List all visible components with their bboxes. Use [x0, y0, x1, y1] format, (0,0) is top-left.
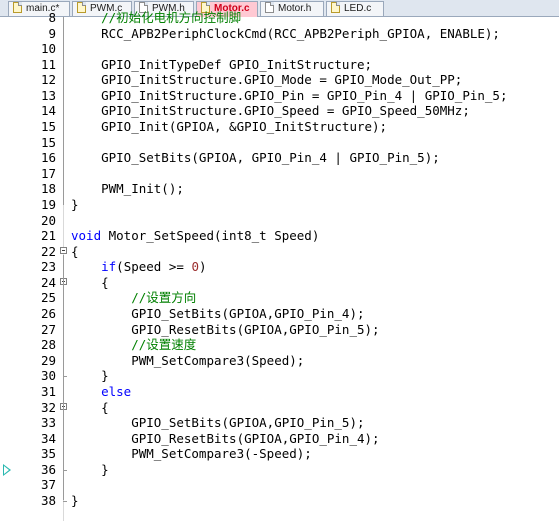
line-number: 11	[40, 56, 56, 72]
code-text[interactable]: GPIO_ResetBits(GPIOA,GPIO_Pin_5);	[71, 322, 379, 338]
fold-collapse-icon[interactable]	[60, 246, 67, 254]
line-number: 24	[40, 274, 56, 290]
code-text[interactable]: //初始化电机方向控制脚	[71, 10, 241, 26]
code-line[interactable]: 22 {	[0, 244, 559, 260]
fold-end-tick	[63, 469, 67, 471]
code-line[interactable]: 27 GPIO_ResetBits(GPIOA,GPIO_Pin_5);	[0, 322, 559, 338]
fold-guide-init-function	[63, 17, 64, 205]
code-line[interactable]: 29 PWM_SetCompare3(Speed);	[0, 353, 559, 369]
line-number: 34	[40, 430, 56, 446]
code-line[interactable]: 33 GPIO_SetBits(GPIOA,GPIO_Pin_5);	[0, 415, 559, 431]
code-line[interactable]: 8 //初始化电机方向控制脚	[0, 10, 559, 26]
line-number: 22	[40, 243, 56, 259]
line-number: 35	[40, 446, 56, 462]
fold-guide-else-block	[63, 410, 64, 469]
code-text[interactable]: PWM_SetCompare3(-Speed);	[71, 446, 312, 462]
line-number: 13	[40, 87, 56, 103]
code-text[interactable]: else	[71, 384, 131, 400]
line-number: 28	[40, 337, 56, 353]
code-line[interactable]: 11 GPIO_InitTypeDef GPIO_InitStructure;	[0, 57, 559, 73]
code-line[interactable]: 24 {	[0, 275, 559, 291]
fold-end-tick	[63, 376, 67, 378]
code-line[interactable]: 12 GPIO_InitStructure.GPIO_Mode = GPIO_M…	[0, 72, 559, 88]
code-text[interactable]: //设置方向	[71, 290, 196, 306]
line-number: 38	[40, 492, 56, 508]
line-number: 30	[40, 368, 56, 384]
line-number: 21	[40, 228, 56, 244]
line-number: 12	[40, 72, 56, 88]
code-line[interactable]: 14 GPIO_InitStructure.GPIO_Speed = GPIO_…	[0, 103, 559, 119]
execution-arrow-icon	[3, 463, 11, 476]
code-line[interactable]: 15	[0, 135, 559, 151]
code-text[interactable]: GPIO_ResetBits(GPIOA,GPIO_Pin_4);	[71, 431, 379, 447]
line-number: 9	[48, 25, 56, 41]
code-text[interactable]: GPIO_SetBits(GPIOA,GPIO_Pin_5);	[71, 415, 364, 431]
code-line[interactable]: 35 PWM_SetCompare3(-Speed);	[0, 446, 559, 462]
code-line[interactable]: 10	[0, 41, 559, 57]
line-number: 25	[40, 290, 56, 306]
line-number: 27	[40, 321, 56, 337]
code-line[interactable]: 19}	[0, 197, 559, 213]
code-text[interactable]: PWM_Init();	[71, 181, 184, 197]
line-number: 23	[40, 259, 56, 275]
code-line[interactable]: 28 //设置速度	[0, 337, 559, 353]
line-number: 15	[40, 134, 56, 150]
code-line[interactable]: 23 if(Speed >= 0)	[0, 259, 559, 275]
code-line[interactable]: 26 GPIO_SetBits(GPIOA,GPIO_Pin_4);	[0, 306, 559, 322]
line-number: 17	[40, 165, 56, 181]
code-text[interactable]: GPIO_Init(GPIOA, &GPIO_InitStructure);	[71, 119, 387, 135]
line-number: 8	[48, 10, 56, 25]
line-number: 32	[40, 399, 56, 415]
code-text[interactable]: GPIO_InitStructure.GPIO_Mode = GPIO_Mode…	[71, 72, 462, 88]
code-line[interactable]: 37	[0, 477, 559, 493]
code-text[interactable]: void Motor_SetSpeed(int8_t Speed)	[71, 228, 319, 244]
code-text[interactable]: {	[71, 400, 109, 416]
line-number: 10	[40, 41, 56, 57]
code-text[interactable]: }	[71, 493, 79, 509]
code-line[interactable]: 21 void Motor_SetSpeed(int8_t Speed)	[0, 228, 559, 244]
line-number: 18	[40, 181, 56, 197]
code-line[interactable]: 31 else	[0, 384, 559, 400]
line-number: 37	[40, 477, 56, 493]
line-number: 15	[40, 119, 56, 135]
code-line[interactable]: 16 GPIO_SetBits(GPIOA, GPIO_Pin_4 | GPIO…	[0, 150, 559, 166]
code-text[interactable]: if(Speed >= 0)	[71, 259, 206, 275]
code-text[interactable]: {	[71, 244, 79, 260]
code-text[interactable]: GPIO_InitStructure.GPIO_Speed = GPIO_Spe…	[71, 103, 470, 119]
code-text[interactable]: RCC_APB2PeriphClockCmd(RCC_APB2Periph_GP…	[71, 26, 500, 42]
line-number: 26	[40, 306, 56, 322]
code-line[interactable]: 15 GPIO_Init(GPIOA, &GPIO_InitStructure)…	[0, 119, 559, 135]
line-number: 19	[40, 196, 56, 212]
code-text[interactable]: GPIO_SetBits(GPIOA,GPIO_Pin_4);	[71, 306, 364, 322]
code-line[interactable]: 25 //设置方向	[0, 290, 559, 306]
code-line[interactable]: 34 GPIO_ResetBits(GPIOA,GPIO_Pin_4);	[0, 431, 559, 447]
line-number: 33	[40, 415, 56, 431]
line-number: 14	[40, 103, 56, 119]
fold-guide-if-block	[63, 285, 64, 376]
code-text[interactable]: }	[71, 368, 109, 384]
code-line[interactable]: 18 PWM_Init();	[0, 181, 559, 197]
fold-end-tick	[63, 500, 67, 502]
line-number: 16	[40, 150, 56, 166]
line-number: 31	[40, 383, 56, 399]
code-line[interactable]: 17	[0, 166, 559, 182]
code-line[interactable]: 20	[0, 213, 559, 229]
code-text[interactable]: GPIO_InitTypeDef GPIO_InitStructure;	[71, 57, 372, 73]
code-text[interactable]: {	[71, 275, 109, 291]
line-number: 36	[40, 461, 56, 477]
code-line[interactable]: 9 RCC_APB2PeriphClockCmd(RCC_APB2Periph_…	[0, 26, 559, 42]
code-text[interactable]: //设置速度	[71, 337, 196, 353]
line-number: 29	[40, 352, 56, 368]
code-line[interactable]: 36 }	[0, 462, 559, 478]
code-line[interactable]: 30 }	[0, 368, 559, 384]
code-text[interactable]: GPIO_InitStructure.GPIO_Pin = GPIO_Pin_4…	[71, 88, 507, 104]
code-line[interactable]: 38}	[0, 493, 559, 509]
code-text[interactable]: GPIO_SetBits(GPIOA, GPIO_Pin_4 | GPIO_Pi…	[71, 150, 440, 166]
line-number: 20	[40, 212, 56, 228]
code-text[interactable]: }	[71, 197, 79, 213]
code-line[interactable]: 32 {	[0, 400, 559, 416]
code-text[interactable]: PWM_SetCompare3(Speed);	[71, 353, 304, 369]
code-text[interactable]: }	[71, 462, 109, 478]
code-line[interactable]: 13 GPIO_InitStructure.GPIO_Pin = GPIO_Pi…	[0, 88, 559, 104]
